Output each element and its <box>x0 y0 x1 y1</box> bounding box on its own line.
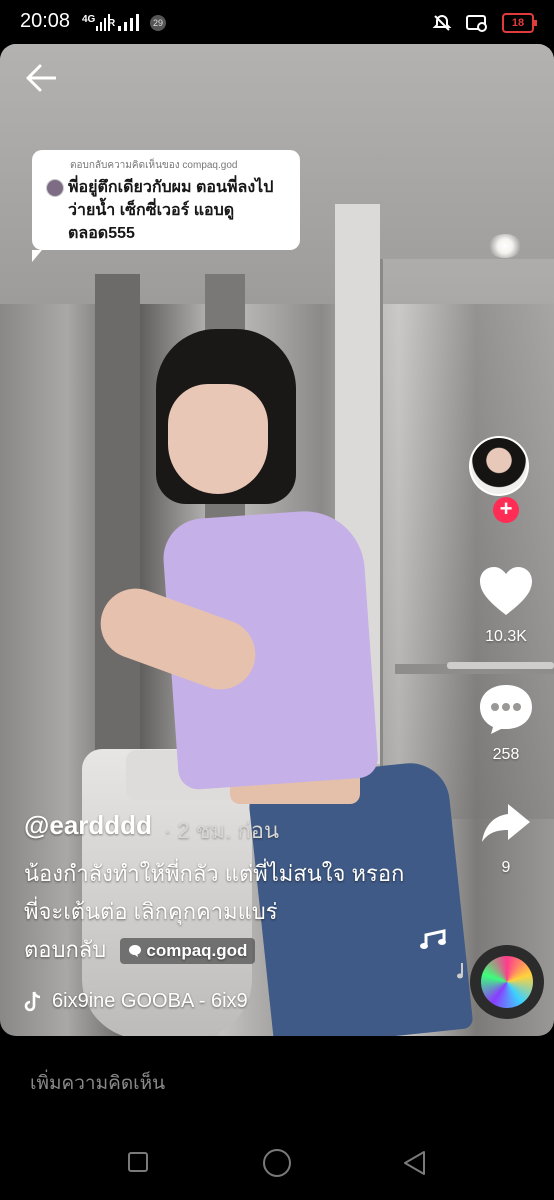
reply-label: ตอบกลับ <box>24 937 107 962</box>
status-bar: 20:08 4G R 29 18 <box>0 0 554 44</box>
reply-to-user: compaq.god <box>146 941 248 961</box>
notification-badge: 29 <box>150 15 166 31</box>
comment-small-icon <box>129 945 142 958</box>
battery-icon: 18 <box>502 13 537 33</box>
creator-avatar[interactable] <box>469 436 529 496</box>
like-count: 10.3K <box>485 628 527 645</box>
music-disc-cover <box>481 956 533 1008</box>
post-caption: น้องกำลังทำให้พี่กลัว แต่พี่ไม่สนใจ หรอก… <box>24 855 424 969</box>
network-type: 4G <box>82 14 96 25</box>
system-nav-bar <box>0 1132 554 1200</box>
creator-avatar-image <box>471 438 527 494</box>
nav-back-icon[interactable] <box>402 1150 426 1176</box>
music-note-icon <box>420 929 463 979</box>
add-comment-input[interactable]: เพิ่มความคิดเห็น <box>30 1068 165 1098</box>
status-time: 20:08 <box>20 10 71 32</box>
recent-apps-button[interactable] <box>128 1152 148 1172</box>
author-username[interactable]: @eardddd <box>24 810 152 841</box>
comment-count: 258 <box>492 746 520 763</box>
battery-level: 18 <box>511 17 525 29</box>
signal-icon-2 <box>118 14 139 31</box>
like-button[interactable]: 10.3K <box>470 565 542 646</box>
screen-cast-icon <box>466 15 487 32</box>
mute-icon <box>432 14 452 31</box>
music-row[interactable]: 6ix9ine GOOBA - 6ix9 <box>24 990 248 1013</box>
comment-bar: เพิ่มความคิดเห็น <box>0 1036 554 1132</box>
reply-to-chip[interactable]: compaq.god <box>120 938 256 965</box>
post-time: · 2 ชม. ก่อน <box>164 818 280 843</box>
music-title: 6ix9ine GOOBA - 6ix9 <box>52 990 248 1012</box>
share-arrow-icon <box>482 804 530 842</box>
share-button[interactable]: 9 <box>470 800 542 877</box>
back-arrow-icon[interactable] <box>26 64 56 92</box>
tiktok-logo-icon <box>24 991 41 1011</box>
reply-comment-card[interactable]: ตอบกลับความคิดเห็นของ compaq.god พี่อยู่… <box>32 150 300 262</box>
ceiling-light <box>488 234 522 258</box>
person-face <box>168 384 268 494</box>
home-button[interactable] <box>263 1149 291 1177</box>
follow-button[interactable]: + <box>493 497 519 523</box>
reply-card-header: ตอบกลับความคิดเห็นของ compaq.god <box>70 160 238 171</box>
comment-bubble-icon <box>480 685 532 734</box>
reply-card-text: พี่อยู่ตึกเดียวกับผม ตอนพี่ลงไปว่ายน้ำ เ… <box>68 179 274 242</box>
towel-rail <box>447 662 554 669</box>
heart-icon <box>480 567 532 615</box>
music-disc[interactable] <box>470 945 544 1019</box>
share-count: 9 <box>501 859 511 876</box>
comment-button[interactable]: 258 <box>470 683 542 764</box>
caption-text: น้องกำลังทำให้พี่กลัว แต่พี่ไม่สนใจ หรอก… <box>24 861 405 924</box>
roaming-indicator: R <box>108 18 116 29</box>
commenter-avatar <box>46 179 64 197</box>
